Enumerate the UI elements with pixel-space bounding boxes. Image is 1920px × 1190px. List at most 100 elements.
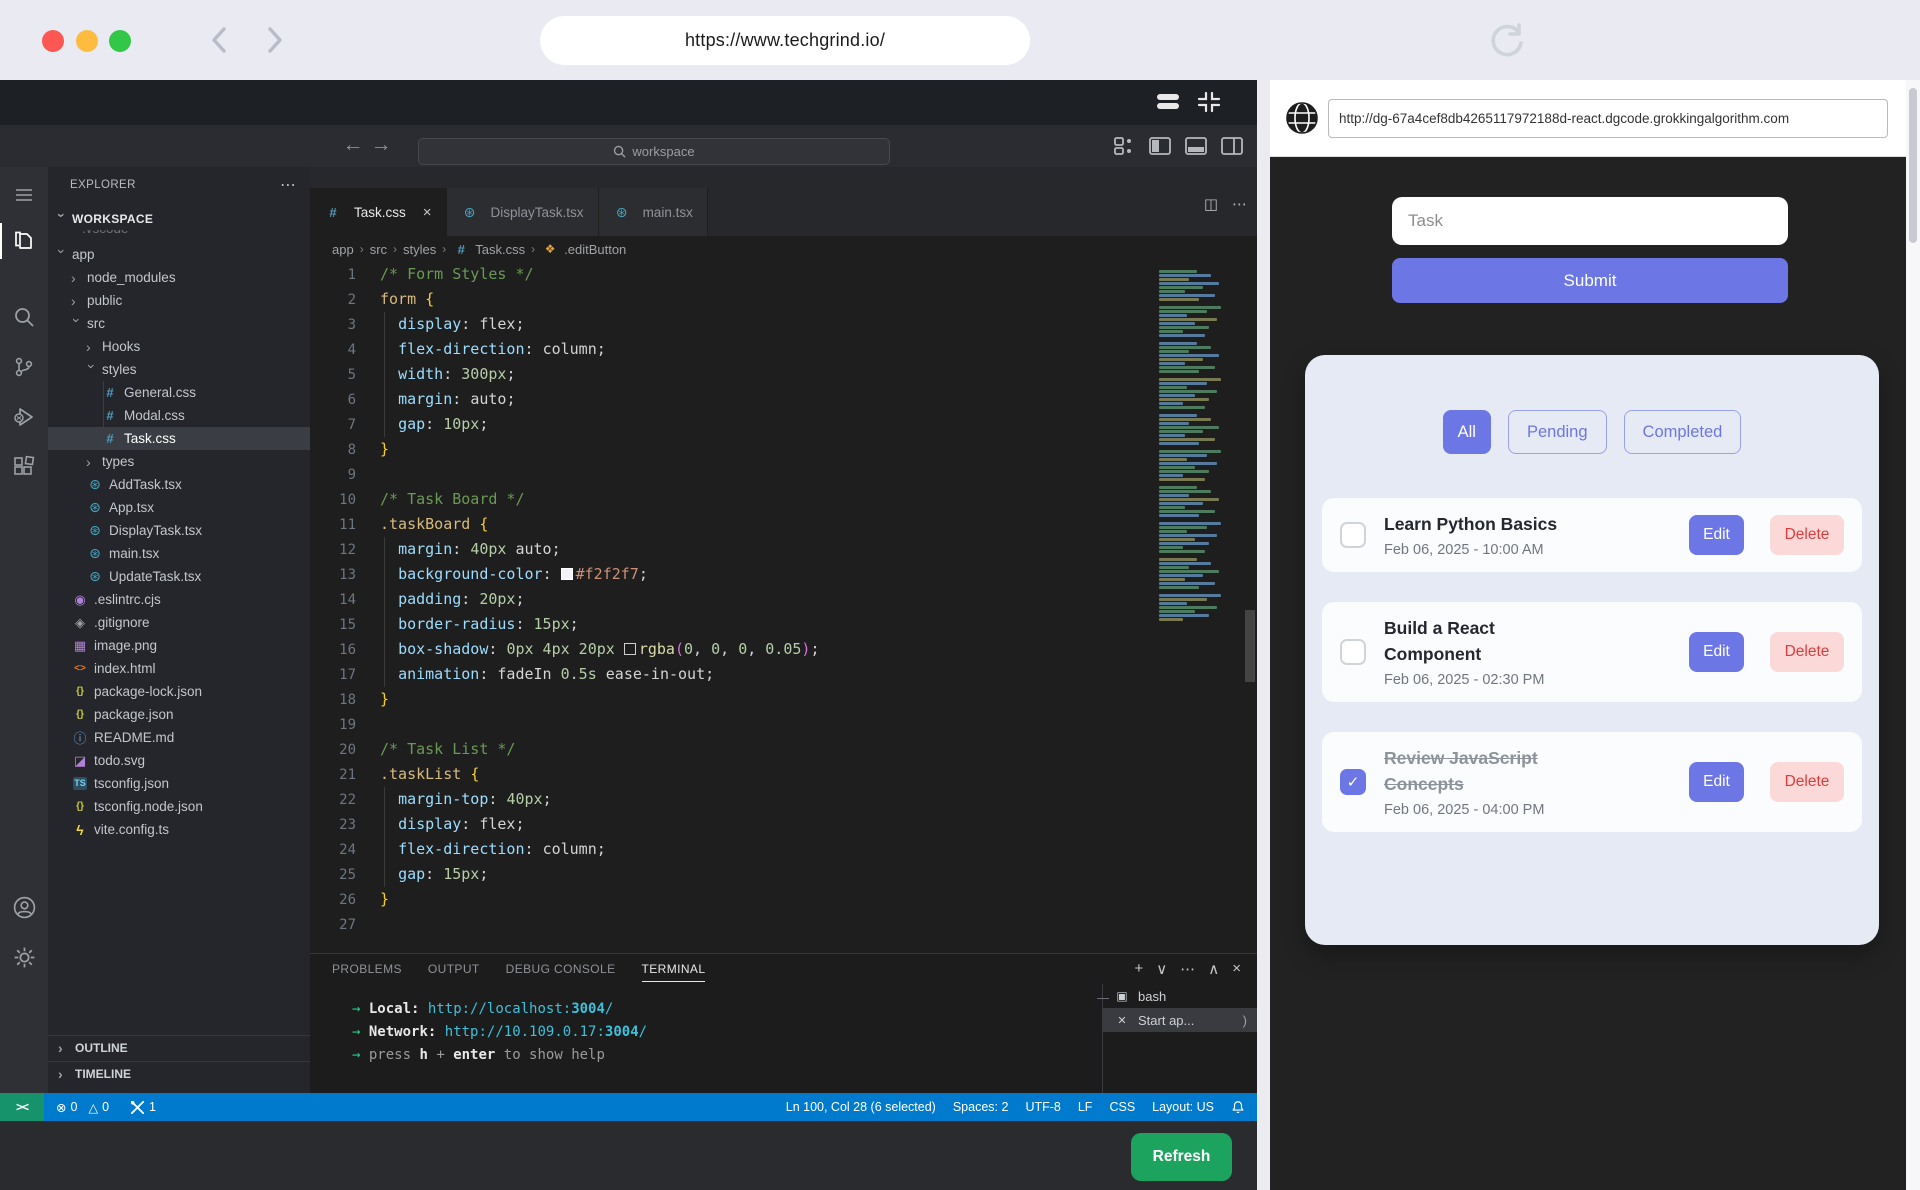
notifications-bell-icon[interactable] <box>1231 1100 1245 1114</box>
editor-forward-icon[interactable]: → <box>368 133 394 157</box>
explorer-item-general-css[interactable]: #General.css <box>48 381 310 404</box>
status-item-spaces[interactable]: Spaces: 2 <box>953 1100 1009 1114</box>
remote-indicator[interactable]: >< <box>0 1093 44 1121</box>
terminal-instance-start-ap-[interactable]: ✕Start ap...) <box>1103 1008 1257 1032</box>
code-editor[interactable]: 1/* Form Styles */2form {3 display: flex… <box>310 262 1257 953</box>
collapse-view-icon[interactable] <box>1196 91 1222 113</box>
code-line[interactable]: 26} <box>310 887 1257 912</box>
task-input[interactable] <box>1392 197 1788 245</box>
code-line[interactable]: 1/* Form Styles */ <box>310 262 1257 287</box>
tab-displaytask-tsx[interactable]: ⊛DisplayTask.tsx <box>447 188 599 236</box>
refresh-button[interactable]: Refresh <box>1131 1133 1232 1181</box>
code-line[interactable]: 3 display: flex; <box>310 312 1257 337</box>
errors-indicator[interactable]: ⊗0 <box>56 1100 77 1115</box>
code-line[interactable]: 25 gap: 15px; <box>310 862 1257 887</box>
delete-button[interactable]: Delete <box>1770 515 1844 555</box>
explorer-item-types[interactable]: ›types <box>48 450 310 473</box>
breadcrumb-item[interactable]: app <box>332 242 354 257</box>
preview-scrollbar-track[interactable] <box>1906 80 1920 1190</box>
explorer-item-modal-css[interactable]: #Modal.css <box>48 404 310 427</box>
delete-button[interactable]: Delete <box>1770 632 1844 672</box>
explorer-item-package-json[interactable]: {}package.json <box>48 703 310 726</box>
task-checkbox[interactable] <box>1340 522 1366 548</box>
settings-gear-icon[interactable] <box>0 935 48 979</box>
more-actions-icon[interactable]: ⋯ <box>1232 195 1247 213</box>
status-item-ln[interactable]: Ln 100, Col 28 (6 selected) <box>786 1100 936 1114</box>
breadcrumb-item[interactable]: styles <box>403 242 436 257</box>
explorer-item-addtask-tsx[interactable]: ⊛AddTask.tsx <box>48 473 310 496</box>
terminal-tab-output[interactable]: OUTPUT <box>428 962 480 982</box>
warnings-indicator[interactable]: △0 <box>88 1100 109 1115</box>
code-line[interactable]: 5 width: 300px; <box>310 362 1257 387</box>
maximize-panel-icon[interactable]: ∧ <box>1208 960 1219 978</box>
preview-url-input[interactable] <box>1328 99 1888 138</box>
explorer-item-index-html[interactable]: <>index.html <box>48 657 310 680</box>
extensions-icon[interactable] <box>0 445 48 489</box>
maximize-window-button[interactable] <box>109 30 131 52</box>
toggle-panel-icon[interactable] <box>1184 134 1208 158</box>
code-line[interactable]: 12 margin: 40px auto; <box>310 537 1257 562</box>
command-center-search[interactable]: workspace <box>418 138 890 165</box>
code-line[interactable]: 13 background-color: #f2f2f7; <box>310 562 1257 587</box>
code-line[interactable]: 20/* Task List */ <box>310 737 1257 762</box>
submit-button[interactable]: Submit <box>1392 258 1788 303</box>
task-checkbox[interactable]: ✓ <box>1340 769 1366 795</box>
close-panel-icon[interactable]: × <box>1232 960 1241 978</box>
run-debug-icon[interactable] <box>0 395 48 439</box>
browser-back-icon[interactable] <box>204 24 236 56</box>
explorer-item-main-tsx[interactable]: ⊛main.tsx <box>48 542 310 565</box>
status-item-utf-8[interactable]: UTF-8 <box>1025 1100 1060 1114</box>
source-control-icon[interactable] <box>0 345 48 389</box>
explorer-item--gitignore[interactable]: ◈.gitignore <box>48 611 310 634</box>
code-line[interactable]: 7 gap: 10px; <box>310 412 1257 437</box>
panel-sash[interactable] <box>1257 80 1270 1190</box>
browser-address-bar[interactable]: https://www.techgrind.io/ <box>540 16 1030 65</box>
code-line[interactable]: 18} <box>310 687 1257 712</box>
minimize-window-button[interactable] <box>76 30 98 52</box>
code-line[interactable]: 6 margin: auto; <box>310 387 1257 412</box>
code-line[interactable]: 10/* Task Board */ <box>310 487 1257 512</box>
breadcrumb-item[interactable]: src <box>370 242 387 257</box>
breadcrumb-item[interactable]: ❖.editButton <box>541 242 626 257</box>
explorer-item-tsconfig-node-json[interactable]: {}tsconfig.node.json <box>48 795 310 818</box>
terminal-more-icon[interactable]: ⋯ <box>1180 960 1195 978</box>
edit-button[interactable]: Edit <box>1689 762 1744 802</box>
filter-completed-button[interactable]: Completed <box>1624 410 1742 454</box>
edit-button[interactable]: Edit <box>1689 632 1744 672</box>
code-line[interactable]: 4 flex-direction: column; <box>310 337 1257 362</box>
explorer-item-src[interactable]: ›src <box>48 312 310 335</box>
code-line[interactable]: 27 <box>310 912 1257 937</box>
breadcrumb-item[interactable]: #Task.css <box>452 242 525 257</box>
tools-indicator[interactable]: 1 <box>130 1100 156 1115</box>
terminal-dropdown-icon[interactable]: ∨ <box>1156 960 1167 978</box>
explorer-item-package-lock-json[interactable]: {}package-lock.json <box>48 680 310 703</box>
editor-back-icon[interactable]: ← <box>340 133 366 157</box>
explorer-icon[interactable] <box>0 219 48 263</box>
explorer-item-image-png[interactable]: ▦image.png <box>48 634 310 657</box>
browser-reload-icon[interactable] <box>1486 20 1528 62</box>
tab-task-css[interactable]: #Task.css× <box>310 188 447 236</box>
code-line[interactable]: 24 flex-direction: column; <box>310 837 1257 862</box>
code-line[interactable]: 23 display: flex; <box>310 812 1257 837</box>
code-line[interactable]: 14 padding: 20px; <box>310 587 1257 612</box>
status-item-css[interactable]: CSS <box>1109 1100 1135 1114</box>
outline-section[interactable]: ›OUTLINE <box>48 1035 310 1059</box>
explorer-item-hooks[interactable]: ›Hooks <box>48 335 310 358</box>
terminal-tab-debug-console[interactable]: DEBUG CONSOLE <box>506 962 616 982</box>
filter-all-button[interactable]: All <box>1443 410 1491 454</box>
code-line[interactable]: 11.taskBoard { <box>310 512 1257 537</box>
explorer-item-app-tsx[interactable]: ⊛App.tsx <box>48 496 310 519</box>
explorer-item-styles[interactable]: ›styles <box>48 358 310 381</box>
timeline-section[interactable]: ›TIMELINE <box>48 1061 310 1085</box>
task-checkbox[interactable] <box>1340 639 1366 665</box>
code-line[interactable]: 8} <box>310 437 1257 462</box>
terminal-tab-problems[interactable]: PROBLEMS <box>332 962 402 982</box>
close-window-button[interactable] <box>42 30 64 52</box>
explorer-item-public[interactable]: ›public <box>48 289 310 312</box>
menu-icon[interactable] <box>0 173 48 217</box>
close-tab-icon[interactable]: × <box>423 204 432 221</box>
code-line[interactable]: 17 animation: fadeIn 0.5s ease-in-out; <box>310 662 1257 687</box>
explorer-item-task-css[interactable]: #Task.css <box>48 427 310 450</box>
explorer-item-updatetask-tsx[interactable]: ⊛UpdateTask.tsx <box>48 565 310 588</box>
filter-pending-button[interactable]: Pending <box>1508 410 1607 454</box>
